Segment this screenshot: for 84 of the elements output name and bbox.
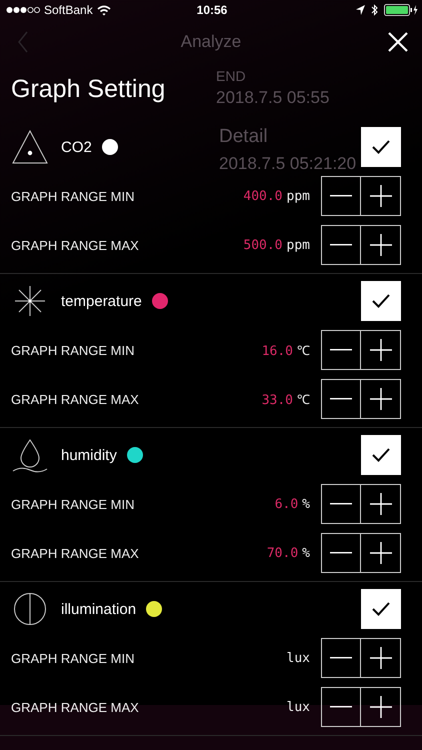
plus-button[interactable]	[361, 176, 401, 216]
unit-label: ppm	[286, 238, 310, 252]
minus-button[interactable]	[321, 484, 361, 524]
bluetooth-icon	[370, 4, 378, 16]
plus-icon	[370, 339, 392, 361]
minus-icon	[330, 244, 352, 246]
split-circle-icon	[11, 591, 49, 627]
minus-button[interactable]	[321, 638, 361, 678]
unit-label: lux	[286, 700, 310, 714]
plus-button[interactable]	[361, 638, 401, 678]
detail-time: 2018.7.5 05:21:20	[219, 154, 356, 174]
minus-icon	[330, 398, 352, 400]
range-label: GRAPH RANGE MAX	[11, 238, 139, 252]
close-icon[interactable]	[387, 31, 409, 53]
plus-button[interactable]	[361, 687, 401, 727]
checkbox[interactable]	[361, 281, 401, 321]
unit-label: lux	[286, 650, 310, 666]
range-value: 6.0	[274, 496, 298, 512]
droplet-icon	[11, 437, 49, 473]
end-label: END	[216, 68, 247, 84]
sheet-title: Graph Setting	[11, 74, 166, 104]
range-label: GRAPH RANGE MIN	[11, 188, 135, 204]
sensor-name: temperature	[61, 292, 142, 310]
unit-label: ppm	[286, 188, 310, 204]
minus-icon	[330, 657, 352, 659]
minus-button[interactable]	[321, 533, 361, 573]
minus-icon	[330, 552, 352, 554]
minus-icon	[330, 195, 352, 197]
end-date: 2018.7.5 05:55	[216, 88, 330, 108]
minus-button[interactable]	[321, 330, 361, 370]
detail-title: Detail	[219, 126, 269, 148]
plus-button[interactable]	[361, 225, 401, 265]
range-value: 500.0	[243, 238, 283, 252]
plus-icon	[370, 388, 392, 410]
checkbox[interactable]	[361, 435, 401, 475]
checkbox[interactable]	[361, 589, 401, 629]
range-label: GRAPH RANGE MAX	[11, 700, 139, 714]
checkmark-icon	[371, 139, 391, 155]
sensor-name: CO2	[61, 138, 92, 156]
checkmark-icon	[371, 447, 391, 463]
status-time: 10:56	[196, 3, 228, 17]
minus-icon	[330, 503, 352, 505]
checkmark-icon	[371, 293, 391, 309]
range-label: GRAPH RANGE MAX	[11, 392, 139, 406]
unit-label: ℃	[297, 343, 310, 359]
checkbox[interactable]	[361, 127, 401, 167]
unit-label: ℃	[297, 392, 310, 408]
minus-button[interactable]	[321, 687, 361, 727]
minus-icon	[330, 706, 352, 708]
battery-icon	[384, 4, 418, 16]
minus-button[interactable]	[321, 379, 361, 419]
range-value: 16.0	[262, 344, 293, 359]
carrier-name: SoftBank	[44, 3, 93, 17]
range-label: GRAPH RANGE MAX	[11, 546, 139, 560]
plus-button[interactable]	[361, 533, 401, 573]
plus-button[interactable]	[361, 330, 401, 370]
checkmark-icon	[371, 601, 391, 617]
signal-icon	[6, 6, 40, 14]
sensor-name: illumination	[61, 600, 136, 618]
minus-icon	[330, 349, 352, 351]
range-label: GRAPH RANGE MIN	[11, 496, 135, 512]
range-value: 33.0	[262, 393, 293, 408]
back-icon	[17, 31, 29, 53]
minus-button[interactable]	[321, 225, 361, 265]
range-value: 400.0	[243, 188, 283, 204]
screen-title: Analyze	[180, 32, 242, 52]
plus-icon	[370, 647, 392, 669]
range-label: GRAPH RANGE MIN	[11, 342, 135, 358]
plus-button[interactable]	[361, 379, 401, 419]
unit-label: %	[302, 546, 310, 560]
plus-icon	[370, 542, 392, 564]
unit-label: %	[302, 496, 310, 512]
location-icon	[356, 5, 365, 15]
range-value: 70.0	[266, 546, 298, 560]
range-label: GRAPH RANGE MIN	[11, 650, 135, 666]
plus-icon	[370, 493, 392, 515]
plus-icon	[370, 696, 392, 718]
minus-button[interactable]	[321, 176, 361, 216]
wifi-icon	[96, 4, 111, 16]
plus-icon	[370, 234, 392, 256]
plus-button[interactable]	[361, 484, 401, 524]
triangle-icon	[11, 129, 49, 165]
plus-icon	[370, 185, 392, 207]
sensor-name: humidity	[61, 446, 117, 464]
